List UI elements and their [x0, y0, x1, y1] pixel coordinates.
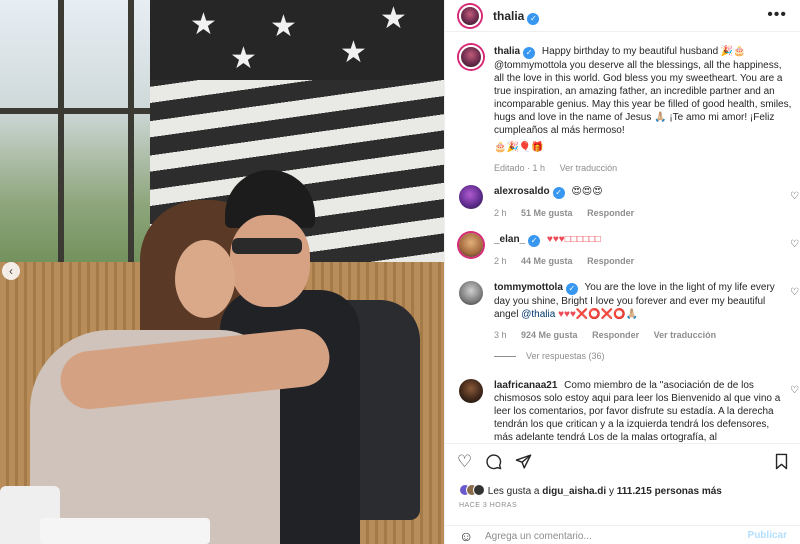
comment-input[interactable]: [485, 529, 745, 544]
comment-username[interactable]: alexrosaldo ✓: [494, 186, 565, 199]
comment-likes[interactable]: 924 Me gusta: [521, 330, 578, 340]
comment-time: 2 h: [494, 208, 507, 218]
comment-mention-link[interactable]: @thalia: [521, 309, 555, 320]
comment-like-heart-icon[interactable]: ♡: [790, 385, 799, 396]
verified-badge-icon: ✓: [565, 283, 578, 295]
share-icon[interactable]: [515, 453, 532, 473]
caption-username[interactable]: thalia ✓: [494, 46, 536, 59]
comment-box: ☺ Publicar: [445, 525, 800, 544]
bookmark-icon[interactable]: [774, 453, 789, 473]
desk-keyboard: [40, 518, 210, 544]
emoji-icon[interactable]: ☺: [459, 528, 473, 544]
comment-time: 3 h: [494, 330, 507, 340]
verified-badge-icon: ✓: [552, 187, 565, 199]
comment-item: laafricanaa21 Como miembro de la "asocia…: [459, 379, 799, 443]
reply-button[interactable]: Responder: [587, 208, 634, 218]
commenter-avatar[interactable]: [459, 379, 483, 403]
reply-button[interactable]: Responder: [592, 330, 639, 340]
likes-prefix: Les gusta a: [487, 486, 540, 497]
comment-username[interactable]: laafricanaa21: [494, 380, 557, 391]
caption-avatar[interactable]: [459, 45, 483, 69]
view-replies-button[interactable]: Ver respuestas (36): [494, 351, 605, 361]
comment-text: ♥♥♥□□□□□□: [546, 234, 601, 245]
caption-meta: Editado · 1 h Ver traducción: [494, 162, 794, 175]
author-avatar[interactable]: [459, 5, 481, 27]
likes-user-link[interactable]: digu_aisha.di: [542, 486, 606, 497]
verified-badge-icon: ✓: [528, 235, 541, 247]
comment-text: 😍😍😍: [571, 186, 603, 197]
comment-like-heart-icon[interactable]: ♡: [790, 287, 799, 298]
comment-emojis: ♥♥♥❌⭕❌⭕🙏🏼: [558, 309, 639, 320]
comment-item: tommymottola ✓ You are the love in the li…: [459, 281, 799, 343]
likes-middle: y: [608, 486, 614, 497]
caption-edited: Editado · 1 h: [494, 163, 546, 173]
post-actions: ♡ Les gusta a digu_aisha.di y 111.215 pe…: [445, 443, 800, 544]
likes-summary[interactable]: Les gusta a digu_aisha.di y 111.215 pers…: [459, 484, 722, 497]
verified-badge-icon: ✓: [523, 47, 536, 59]
man-sunglasses: [232, 238, 302, 254]
comment-time: 2 h: [494, 256, 507, 266]
reply-button[interactable]: Responder: [587, 256, 634, 266]
comment-item: _elan_ ✓ ♥♥♥□□□□□□ 2 h 44 Me gusta Respon…: [459, 233, 799, 273]
woman-face: [175, 240, 235, 318]
likes-count-link[interactable]: 111.215 personas más: [617, 486, 722, 497]
caption-emojis: 🎂🎉🎈🎁: [494, 142, 544, 153]
comment-icon[interactable]: [485, 453, 502, 473]
commenter-avatar[interactable]: [459, 185, 483, 209]
comment-username[interactable]: _elan_ ✓: [494, 234, 541, 247]
translate-link[interactable]: Ver traducción: [654, 330, 717, 340]
post-photo[interactable]: ★ ★ ★ ★ ★ ‹: [0, 0, 444, 544]
verified-badge-icon: ✓: [527, 13, 540, 25]
author-username[interactable]: thalia ✓: [493, 9, 540, 25]
heart-icon[interactable]: ♡: [457, 453, 472, 470]
post-header: thalia ✓ •••: [445, 0, 800, 32]
publish-button[interactable]: Publicar: [748, 530, 787, 541]
comment-meta: 3 h 924 Me gusta Responder Ver traducció…: [494, 329, 786, 342]
comment-meta: 2 h 44 Me gusta Responder: [494, 255, 786, 268]
post-sidebar: thalia ✓ ••• thalia ✓ Happy birthday to my…: [444, 0, 800, 544]
replies-divider-line: [494, 356, 516, 358]
carousel-prev-button[interactable]: ‹: [2, 262, 20, 280]
comment-likes[interactable]: 51 Me gusta: [521, 208, 573, 218]
comment-like-heart-icon[interactable]: ♡: [790, 191, 799, 202]
comment-item: alexrosaldo ✓ 😍😍😍 2 h 51 Me gusta Respond…: [459, 185, 799, 225]
post-timestamp: HACE 3 HORAS: [459, 502, 518, 509]
caption: thalia ✓ Happy birthday to my beautiful h…: [459, 45, 792, 175]
comment-likes[interactable]: 44 Me gusta: [521, 256, 573, 266]
comment-username[interactable]: tommymottola ✓: [494, 282, 578, 295]
liker-avatar: [473, 484, 485, 496]
commenter-avatar[interactable]: [459, 233, 483, 257]
caption-text: Happy birthday to my beautiful husband 🎉…: [494, 46, 792, 136]
more-options-icon[interactable]: •••: [767, 6, 787, 24]
caption-translate-link[interactable]: Ver traducción: [560, 163, 618, 173]
comments-list[interactable]: thalia ✓ Happy birthday to my beautiful h…: [445, 33, 800, 443]
comment-meta: 2 h 51 Me gusta Responder: [494, 207, 786, 220]
commenter-avatar[interactable]: [459, 281, 483, 305]
comment-like-heart-icon[interactable]: ♡: [790, 239, 799, 250]
man-face: [230, 215, 310, 307]
